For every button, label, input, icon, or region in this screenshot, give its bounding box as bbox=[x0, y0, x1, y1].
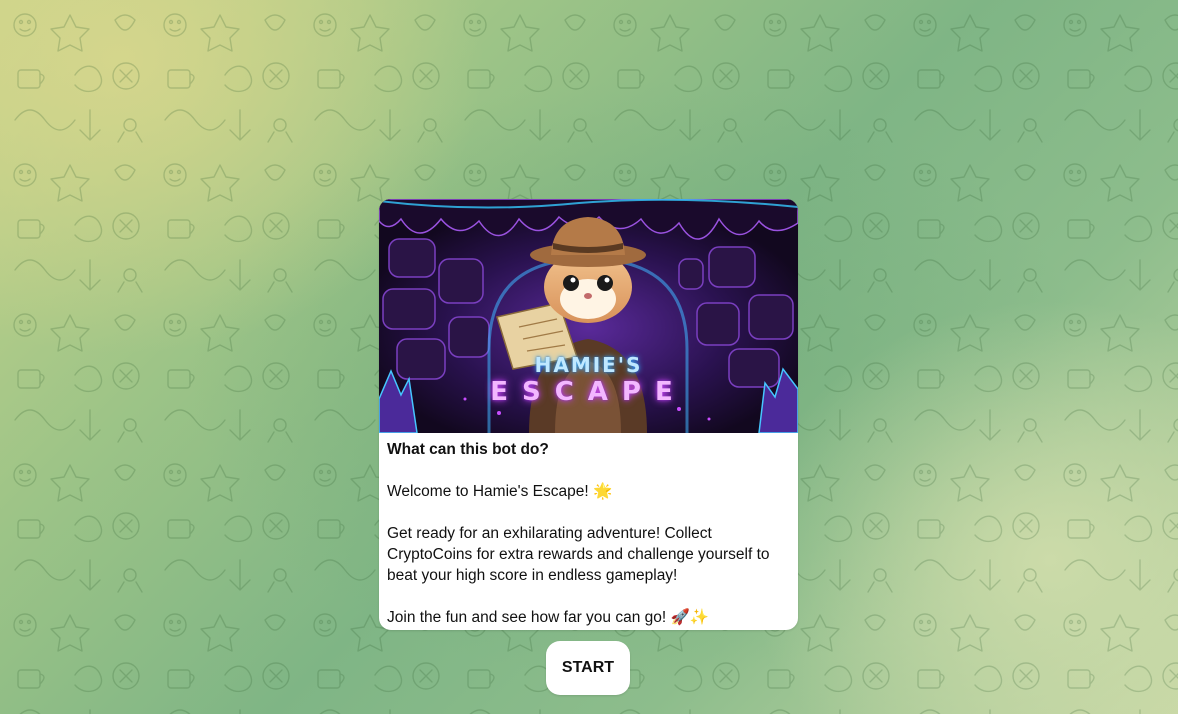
bot-description-text: Get ready for an exhilarating adventure!… bbox=[387, 525, 770, 584]
bot-info-card: HAMIE'S ESCAPE What can this bot do? Wel… bbox=[379, 199, 798, 630]
bot-closing-text: Join the fun and see how far you can go!… bbox=[387, 609, 710, 626]
bot-description: What can this bot do? Welcome to Hamie's… bbox=[379, 433, 798, 628]
bot-banner-image: HAMIE'S ESCAPE bbox=[379, 199, 798, 433]
bot-welcome-text: Welcome to Hamie's Escape! 🌟 bbox=[387, 483, 613, 500]
banner-title-hamies: HAMIE'S bbox=[534, 353, 643, 377]
banner-title-escape: ESCAPE bbox=[490, 377, 687, 407]
start-button[interactable]: START bbox=[546, 641, 630, 695]
bot-description-heading: What can this bot do? bbox=[387, 441, 549, 458]
